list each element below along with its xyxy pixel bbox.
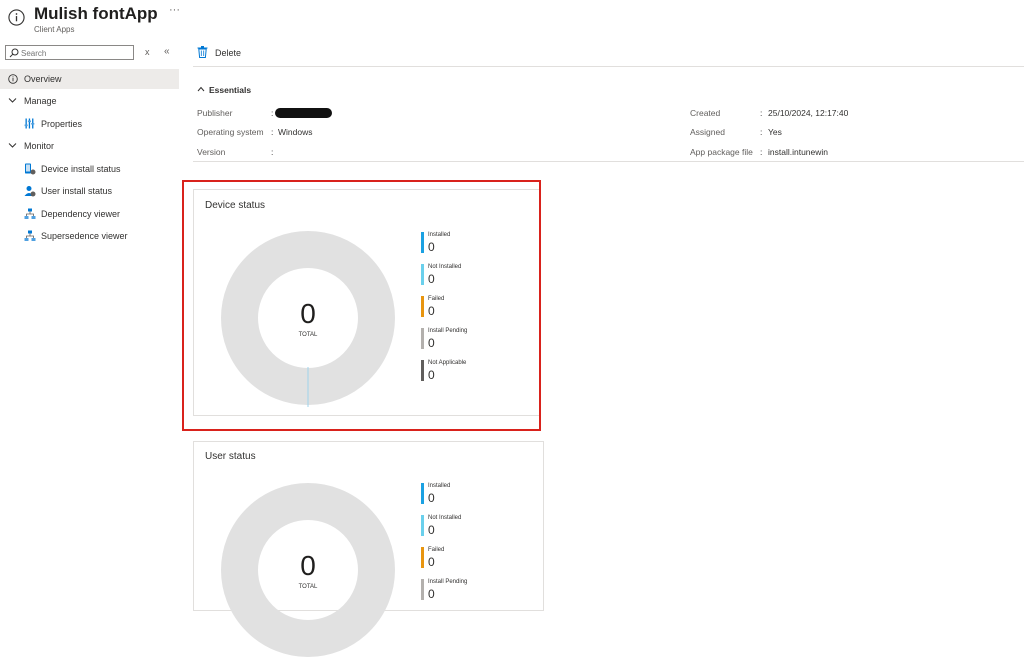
- version-label: Version: [197, 147, 226, 157]
- donut-total-label: TOTAL: [298, 584, 318, 590]
- highlight-box: [182, 180, 541, 431]
- legend-value: 0: [428, 523, 435, 537]
- legend-value: 0: [428, 555, 435, 569]
- sidebar-item-device-install-status[interactable]: Device install status: [41, 164, 121, 174]
- user-status-card[interactable]: User status 0 TOTAL Installed 0 Not Instal…: [193, 441, 544, 657]
- legend-item[interactable]: Not Installed 0: [421, 515, 501, 539]
- essentials-toggle[interactable]: Essentials: [209, 85, 251, 95]
- legend-label: Failed: [428, 547, 445, 553]
- os-label: Operating system: [197, 127, 264, 137]
- legend-color-bar: [421, 547, 424, 568]
- info-icon: [8, 74, 18, 84]
- sidebar-item-user-install-status[interactable]: User install status: [41, 186, 112, 196]
- device-status-icon: [25, 163, 36, 175]
- created-label: Created: [690, 108, 721, 118]
- legend-color-bar: [421, 483, 424, 504]
- search-icon: [9, 48, 19, 58]
- collapse-sidebar-button[interactable]: «: [164, 46, 170, 57]
- chevron-up-icon[interactable]: [197, 86, 205, 92]
- legend-color-bar: [421, 579, 424, 600]
- more-options-button[interactable]: ···: [169, 4, 180, 16]
- version-sep: :: [271, 147, 274, 157]
- legend-label: Not Installed: [428, 515, 462, 521]
- sidebar-item-manage[interactable]: Manage: [24, 96, 57, 106]
- publisher-label: Publisher: [197, 108, 233, 118]
- package-file-value: install.intunewin: [768, 147, 829, 157]
- legend-item[interactable]: Install Pending 0: [421, 579, 501, 603]
- redacted-value: [275, 108, 332, 118]
- legend-value: 0: [428, 587, 435, 601]
- info-icon: [8, 9, 25, 26]
- delete-button[interactable]: Delete: [197, 46, 247, 60]
- legend-label: Install Pending: [428, 579, 468, 585]
- properties-icon: [24, 118, 35, 129]
- created-sep: :: [760, 108, 763, 118]
- chevron-down-icon[interactable]: [8, 142, 17, 149]
- legend-label: Installed: [428, 483, 451, 489]
- sidebar-item-dependency-viewer[interactable]: Dependency viewer: [41, 209, 120, 219]
- os-value: Windows: [278, 127, 313, 137]
- legend-color-bar: [421, 515, 424, 536]
- hierarchy-icon: [24, 230, 36, 241]
- sidebar-item-supersedence-viewer[interactable]: Supersedence viewer: [41, 231, 128, 241]
- assigned-sep: :: [760, 127, 763, 137]
- created-value: 25/10/2024, 12:17:40: [768, 108, 849, 118]
- search-box[interactable]: [5, 45, 134, 60]
- package-file-sep: :: [760, 147, 763, 157]
- trash-icon: [197, 46, 208, 58]
- page-title: Mulish fontApp: [34, 4, 158, 23]
- hierarchy-icon: [24, 208, 36, 219]
- sidebar-item-properties[interactable]: Properties: [41, 119, 82, 129]
- card-title: User status: [205, 451, 256, 462]
- divider: [193, 161, 1024, 162]
- os-sep: :: [271, 127, 274, 137]
- legend-value: 0: [428, 491, 435, 505]
- sidebar-item-label: Overview: [24, 74, 62, 84]
- delete-label: Delete: [215, 48, 242, 58]
- page-subtitle: Client Apps: [34, 25, 75, 34]
- publisher-sep: :: [271, 108, 274, 118]
- assigned-label: Assigned: [690, 127, 725, 137]
- package-file-label: App package file: [690, 147, 753, 157]
- sidebar-item-monitor[interactable]: Monitor: [24, 141, 54, 151]
- user-status-icon: [24, 186, 36, 197]
- divider: [193, 66, 1024, 67]
- search-input[interactable]: [21, 48, 126, 58]
- donut-total: 0: [300, 550, 316, 581]
- legend-item[interactable]: Installed 0: [421, 483, 501, 507]
- assigned-value: Yes: [768, 127, 782, 137]
- legend-item[interactable]: Failed 0: [421, 547, 501, 571]
- clear-search-button[interactable]: x: [145, 47, 150, 57]
- chevron-down-icon[interactable]: [8, 97, 17, 104]
